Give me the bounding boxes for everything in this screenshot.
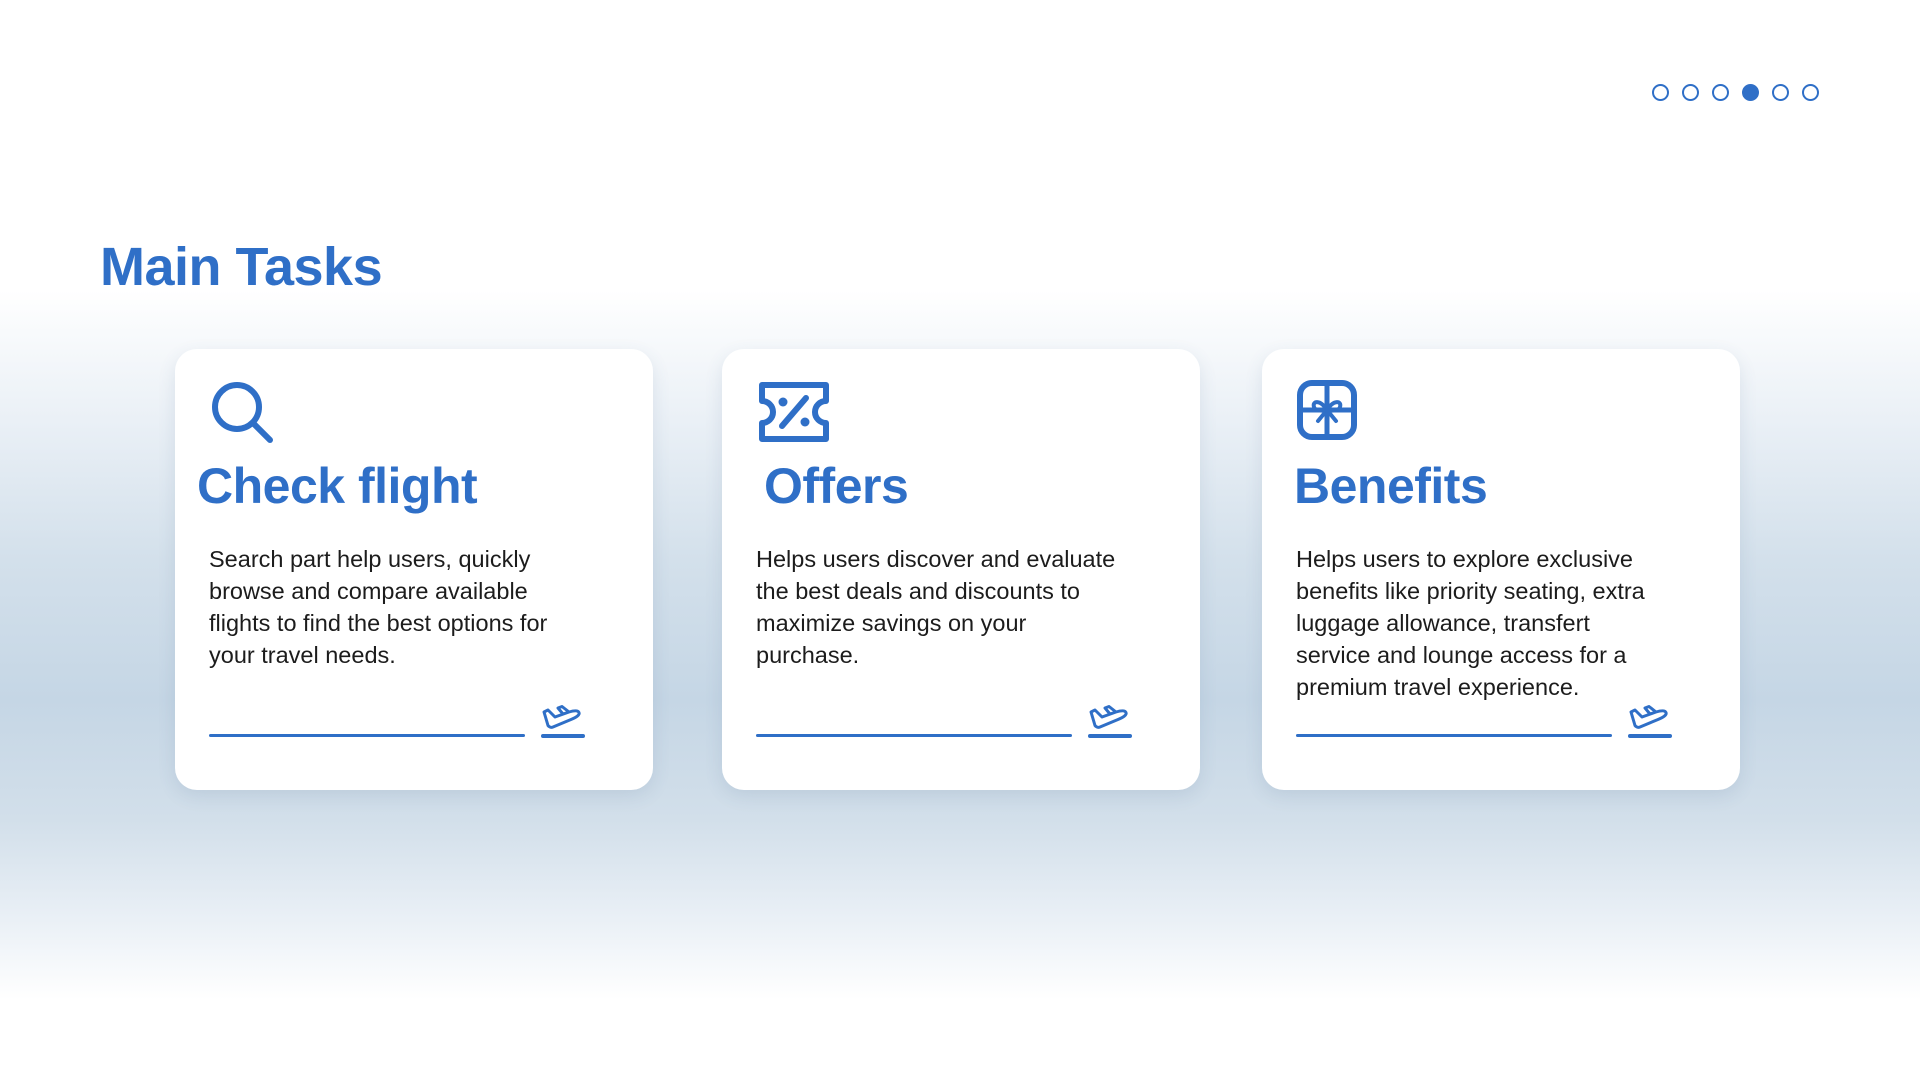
card-title: Offers [764, 458, 909, 514]
pagination-dots [1652, 84, 1819, 101]
card-divider [209, 734, 525, 737]
task-card-check-flight: Check flight Search part help users, qui… [175, 349, 653, 790]
card-description: Helps users discover and evaluate the be… [756, 546, 1116, 668]
card-divider [1296, 734, 1612, 737]
search-icon [209, 379, 275, 445]
task-card-offers: Offers Helps users discover and evaluate… [722, 349, 1200, 790]
card-divider [756, 734, 1072, 737]
gift-icon [1296, 379, 1362, 445]
pagination-dot[interactable] [1682, 84, 1699, 101]
airplane-takeoff-icon[interactable] [539, 696, 587, 744]
pagination-dot[interactable] [1802, 84, 1819, 101]
card-description: Search part help users, quickly browse a… [209, 546, 548, 668]
task-card-benefits: Benefits Helps users to explore exclusiv… [1262, 349, 1740, 790]
discount-ticket-icon [756, 379, 829, 445]
card-description: Helps users to explore exclusive benefit… [1296, 546, 1645, 700]
airplane-takeoff-icon[interactable] [1086, 696, 1134, 744]
pagination-dot-active[interactable] [1742, 84, 1759, 101]
pagination-dot[interactable] [1712, 84, 1729, 101]
page-title: Main Tasks [100, 237, 383, 297]
pagination-dot[interactable] [1652, 84, 1669, 101]
card-title: Check flight [197, 458, 478, 514]
card-title: Benefits [1294, 458, 1488, 514]
airplane-takeoff-icon[interactable] [1626, 696, 1674, 744]
pagination-dot[interactable] [1772, 84, 1789, 101]
